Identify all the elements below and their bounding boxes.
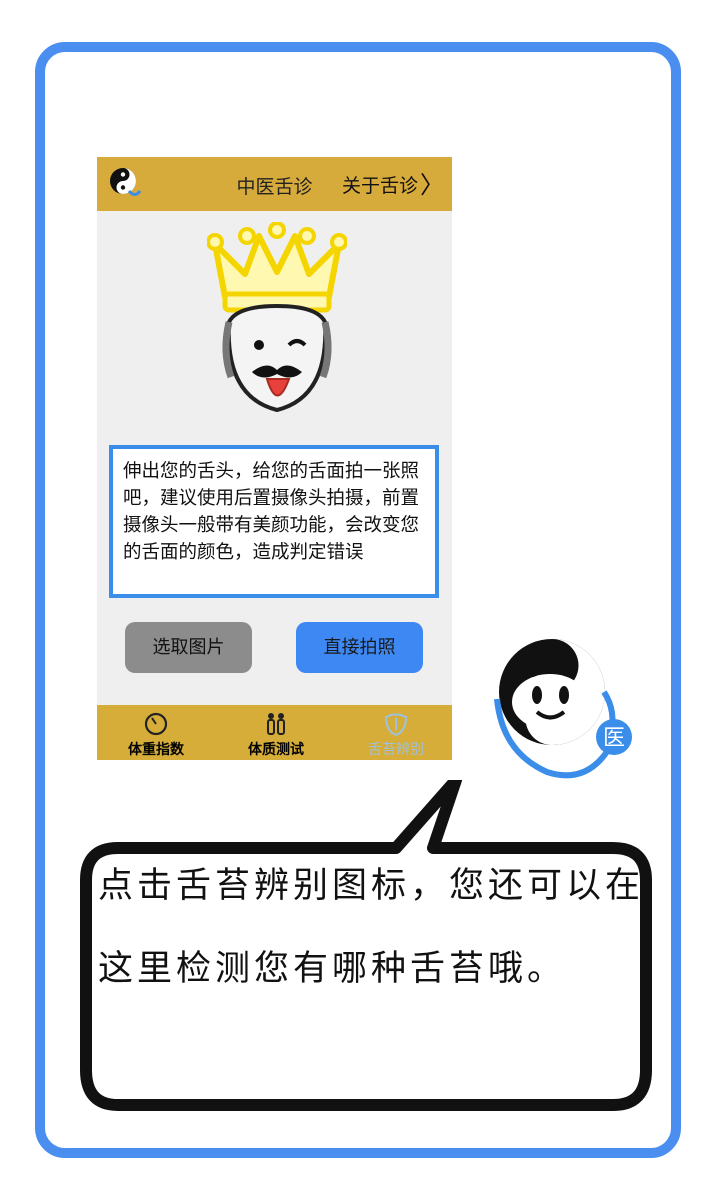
- take-photo-button[interactable]: 直接拍照: [296, 622, 423, 673]
- king-mascot-illustration: [207, 222, 347, 413]
- phone-screenshot: 中医舌诊 关于舌诊 〉 伸出您的舌头，给您的舌面拍一张照吧，建议使用后置摄像头拍…: [97, 157, 452, 760]
- nav-label-tongue: 舌苔辨别: [368, 742, 424, 758]
- about-tongue-link[interactable]: 关于舌诊 〉: [342, 171, 444, 198]
- nav-label-bmi: 体重指数: [128, 742, 184, 758]
- tongue-shield-icon: [384, 713, 408, 737]
- nav-label-constitution: 体质测试: [248, 742, 304, 758]
- chevron-right-icon: 〉: [420, 170, 444, 199]
- top-bar: 中医舌诊 关于舌诊 〉: [97, 157, 452, 211]
- doctor-mascot-icon: 医: [494, 639, 632, 779]
- instruction-box: 伸出您的舌头，给您的舌面拍一张照吧，建议使用后置摄像头拍摄，前置摄像头一般带有美…: [109, 445, 439, 598]
- nav-item-constitution[interactable]: 体质测试: [221, 705, 331, 760]
- gauge-icon: [144, 712, 168, 736]
- tutorial-caption: 点击舌苔辨别图标，您还可以在这里检测您有哪种舌苔哦。: [98, 866, 645, 989]
- crown-icon: [207, 222, 347, 313]
- people-icon: [267, 713, 285, 735]
- mascot-badge-label: 医: [603, 726, 625, 751]
- choose-photo-button[interactable]: 选取图片: [125, 622, 252, 673]
- nav-item-bmi[interactable]: 体重指数: [101, 705, 211, 760]
- face-icon: [222, 303, 332, 413]
- about-label: 关于舌诊: [341, 175, 418, 197]
- bottom-nav: 体重指数 体质测试 舌苔辨别: [97, 705, 452, 760]
- nav-item-tongue[interactable]: 舌苔辨别: [341, 705, 451, 760]
